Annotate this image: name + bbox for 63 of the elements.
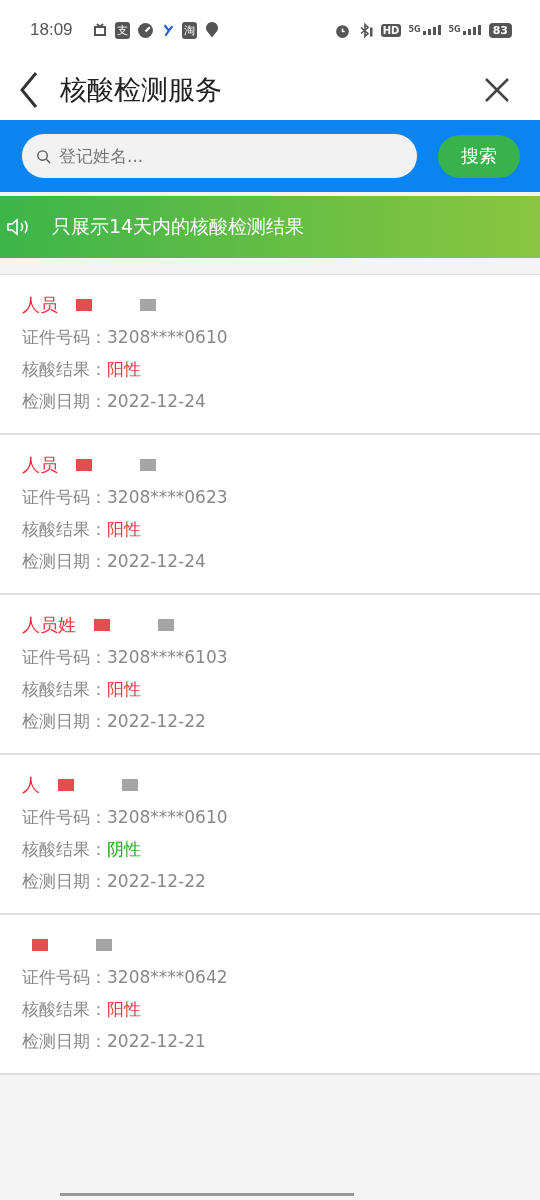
test-date: 2022-12-22 <box>107 871 206 891</box>
field-label: 检测日期： <box>22 709 107 733</box>
notice-text: 只展示14天内的核酸检测结果 <box>52 214 305 239</box>
field-label: 核酸结果： <box>22 517 107 541</box>
redaction-block <box>140 459 156 471</box>
redaction-block <box>96 939 112 951</box>
test-result: 阳性 <box>107 357 141 381</box>
app-badge: 支 <box>114 21 130 39</box>
field-label: 核酸结果： <box>22 997 107 1021</box>
id-number: 3208****0642 <box>107 967 228 987</box>
status-time: 18:09 <box>30 20 73 40</box>
redaction-block <box>122 779 138 791</box>
test-result: 阳性 <box>107 997 141 1021</box>
map-pin-icon <box>203 21 220 39</box>
signal-icon <box>461 25 482 35</box>
app-badge: 淘 <box>181 21 197 39</box>
redaction-block <box>76 299 92 311</box>
person-name: 人员 <box>22 293 58 317</box>
search-field[interactable]: 登记姓名... <box>22 134 417 178</box>
field-label: 核酸结果： <box>22 677 107 701</box>
id-number: 3208****6103 <box>107 647 228 667</box>
redaction-block <box>76 459 92 471</box>
field-label: 证件号码： <box>22 805 107 829</box>
search-button[interactable]: 搜索 <box>438 134 520 178</box>
test-date: 2022-12-24 <box>107 391 206 411</box>
person-name: 人员姓 <box>22 613 76 637</box>
close-icon[interactable] <box>484 77 510 103</box>
id-number: 3208****0610 <box>107 807 228 827</box>
page-title: 核酸检测服务 <box>60 73 223 107</box>
id-number: 3208****0623 <box>107 487 228 507</box>
test-result: 阴性 <box>107 837 141 861</box>
person-name: 人员 <box>22 453 58 477</box>
redaction-block <box>140 299 156 311</box>
test-date: 2022-12-22 <box>107 711 206 731</box>
battery-level: 83 <box>488 22 512 38</box>
redaction-block <box>94 619 110 631</box>
test-date: 2022-12-24 <box>107 551 206 571</box>
tv-icon <box>91 22 108 38</box>
gauge-icon <box>136 21 154 39</box>
field-label: 核酸结果： <box>22 357 107 381</box>
redaction-block <box>158 619 174 631</box>
field-label: 检测日期： <box>22 549 107 573</box>
test-date: 2022-12-21 <box>107 1031 206 1051</box>
test-result: 阳性 <box>107 517 141 541</box>
signal-icon <box>421 25 442 35</box>
field-label: 检测日期： <box>22 389 107 413</box>
network-label: 5G <box>408 25 421 34</box>
field-label: 证件号码： <box>22 965 107 989</box>
field-label: 检测日期： <box>22 869 107 893</box>
redaction-block <box>32 939 48 951</box>
id-number: 3208****0610 <box>107 327 228 347</box>
field-label: 核酸结果： <box>22 837 107 861</box>
network-label: 5G <box>448 25 461 34</box>
hd-badge: HD <box>380 23 402 37</box>
field-label: 证件号码： <box>22 325 107 349</box>
redaction-block <box>58 779 74 791</box>
test-result: 阳性 <box>107 677 141 701</box>
field-label: 证件号码： <box>22 485 107 509</box>
back-icon[interactable] <box>18 70 40 110</box>
search-icon <box>36 149 51 164</box>
field-label: 证件号码： <box>22 645 107 669</box>
person-name: 人 <box>22 773 40 797</box>
field-label: 检测日期： <box>22 1029 107 1053</box>
